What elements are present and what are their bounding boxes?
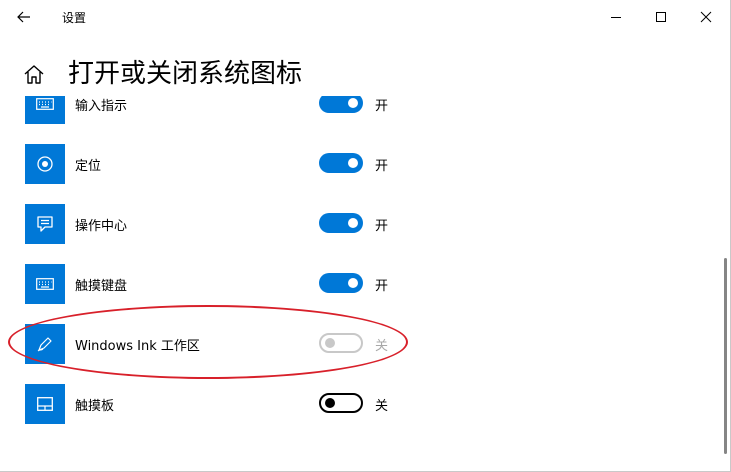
setting-row-action-center: 操作中心 开 [0,204,720,264]
setting-label: 操作中心 [75,219,128,234]
setting-label: 触摸板 [75,399,115,414]
touch-keyboard-icon [36,278,54,290]
window-title: 设置 [62,11,87,25]
touchpad-toggle[interactable] [319,393,363,413]
location-target-icon [37,156,53,172]
location-tile [25,144,65,184]
toggle-knob [348,218,358,228]
toggle-knob [325,398,335,408]
setting-row-input-indicator: 输入指示 开 [0,96,720,144]
action-center-icon [37,216,53,232]
toggle-state-text: 开 [375,279,389,294]
maximize-button[interactable] [641,5,681,29]
action-center-toggle[interactable] [319,213,363,233]
system-icons-list: 输入指示 开 定位 开 操作中心 开 触摸键盘 开 Windows Ink 工作… [0,96,720,472]
location-toggle[interactable] [319,153,363,173]
page-title: 打开或关闭系统图标 [68,59,303,89]
touchpad-tile [25,384,65,424]
touch-keyboard-toggle[interactable] [319,273,363,293]
setting-label: 定位 [75,159,102,174]
setting-row-touchpad: 触摸板 关 [0,384,720,444]
toggle-state-text: 开 [375,99,389,114]
maximize-icon [656,12,666,22]
home-button[interactable] [22,63,46,87]
toggle-knob [348,158,358,168]
toggle-state-text: 开 [375,159,389,174]
back-button[interactable] [12,6,36,28]
input-indicator-tile [25,96,65,124]
setting-label: 触摸键盘 [75,279,128,294]
toggle-state-text: 开 [375,219,389,234]
setting-row-location: 定位 开 [0,144,720,204]
input-indicator-toggle[interactable] [319,96,363,113]
minimize-button[interactable] [596,5,636,29]
red-highlight-ellipse [8,305,408,379]
touchpad-icon [37,397,53,411]
toggle-state-text: 关 [375,399,389,414]
minimize-icon [611,17,621,18]
title-bar: 设置 [0,0,731,34]
action-center-tile [25,204,65,244]
scrollbar-thumb[interactable] [724,258,727,454]
touch-keyboard-tile [25,264,65,304]
back-arrow-icon [17,11,30,23]
toggle-knob [348,278,358,288]
keyboard-icon [36,98,54,110]
close-icon [700,11,712,23]
toggle-knob [348,98,358,108]
home-icon [24,65,44,84]
setting-label: 输入指示 [75,99,128,114]
page-header: 打开或关闭系统图标 [0,52,731,96]
close-button[interactable] [686,5,726,29]
